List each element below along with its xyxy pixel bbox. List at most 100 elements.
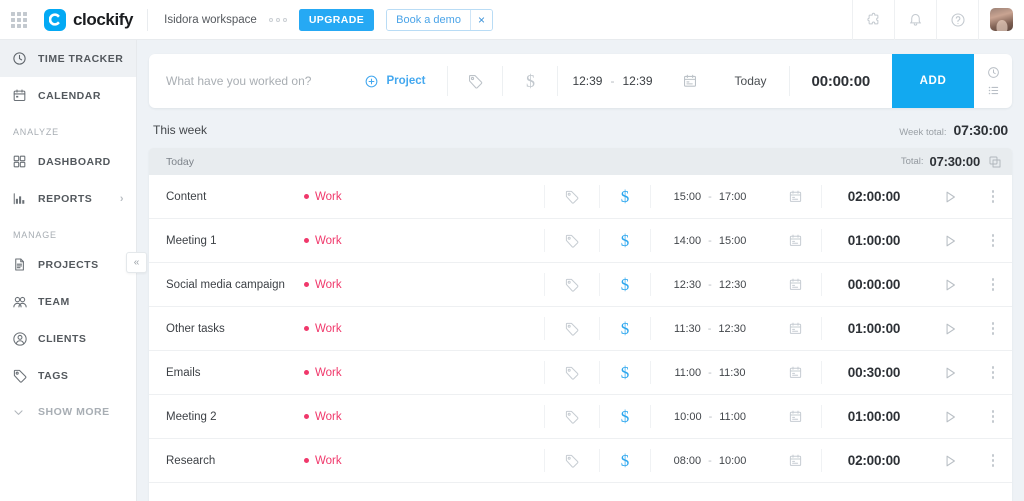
help-circle-icon[interactable] [936,0,978,40]
more-vertical-icon[interactable] [974,263,1012,306]
search-input[interactable] [166,74,355,88]
entry-duration[interactable]: 00:00:00 [822,263,926,306]
entry-project[interactable]: Work [304,175,544,218]
table-row[interactable]: Research Work $ 08:00 - 10:00 02:00:00 [149,439,1012,483]
bell-icon[interactable] [894,0,936,40]
dollar-icon[interactable]: $ [600,175,650,218]
tag-icon[interactable] [545,219,599,262]
more-vertical-icon[interactable] [974,395,1012,438]
sidebar-item-clients[interactable]: CLIENTS [0,320,136,357]
apps-grid-icon[interactable] [0,0,38,40]
table-row[interactable]: Meeting 1 Work $ 14:00 - 15:00 01:00:00 [149,219,1012,263]
timer-date-label[interactable]: Today [713,54,789,108]
dollar-icon[interactable]: $ [503,54,557,108]
entry-description[interactable]: Meeting 1 [149,219,304,262]
entry-description[interactable]: Other tasks [149,307,304,350]
close-icon[interactable]: × [469,9,492,30]
entry-duration[interactable]: 01:00:00 [822,395,926,438]
entry-time-range[interactable]: 12:30 - 12:30 [651,263,769,306]
entry-duration[interactable]: 01:00:00 [822,219,926,262]
calendar-icon[interactable] [667,54,713,108]
upgrade-button[interactable]: UPGRADE [298,8,375,31]
calendar-icon[interactable] [769,175,821,218]
play-icon[interactable] [926,263,974,306]
entry-project[interactable]: Work [304,263,544,306]
calendar-icon[interactable] [769,263,821,306]
entry-duration[interactable]: 00:30:00 [822,351,926,394]
more-vertical-icon[interactable] [974,439,1012,482]
tag-icon[interactable] [545,263,599,306]
calendar-icon[interactable] [769,395,821,438]
tag-icon[interactable] [545,351,599,394]
copy-icon[interactable] [988,155,1002,169]
entry-description[interactable]: Meeting 2 [149,395,304,438]
more-dots-icon[interactable] [267,17,299,22]
workspace-name[interactable]: Isidora workspace [148,14,267,26]
tag-icon[interactable] [545,439,599,482]
dollar-icon[interactable]: $ [600,307,650,350]
entry-duration[interactable]: 02:00:00 [822,439,926,482]
play-icon[interactable] [926,395,974,438]
tag-icon[interactable] [448,54,502,108]
sidebar-item-time-tracker[interactable]: TIME TRACKER [0,40,136,77]
entry-time-range[interactable]: 15:00 - 17:00 [651,175,769,218]
entry-description[interactable]: Content [149,175,304,218]
calendar-icon[interactable] [769,439,821,482]
tag-icon[interactable] [545,175,599,218]
play-icon[interactable] [926,307,974,350]
sidebar-show-more[interactable]: SHOW MORE [0,394,136,430]
play-icon[interactable] [926,175,974,218]
entry-time-range[interactable]: 14:00 - 15:00 [651,219,769,262]
table-row[interactable]: Social media campaign Work $ 12:30 - 12:… [149,263,1012,307]
entry-duration[interactable]: 02:00:00 [822,175,926,218]
entry-description[interactable]: Research [149,439,304,482]
entry-project[interactable]: Work [304,219,544,262]
sidebar-item-reports[interactable]: REPORTS › [0,180,136,217]
user-avatar[interactable] [978,0,1024,40]
sidebar-item-dashboard[interactable]: DASHBOARD [0,143,136,180]
calendar-icon[interactable] [769,351,821,394]
entry-project[interactable]: Work [304,439,544,482]
timer-time-range[interactable]: 12:39 - 12:39 [558,54,666,108]
more-vertical-icon[interactable] [974,219,1012,262]
entry-description[interactable]: Emails [149,351,304,394]
entry-time-range[interactable]: 11:00 - 11:30 [651,351,769,394]
book-demo-button[interactable]: Book a demo [387,9,470,30]
dollar-icon[interactable]: $ [600,395,650,438]
table-row[interactable]: Emails Work $ 11:00 - 11:30 00:30:00 [149,351,1012,395]
entry-time-range[interactable]: 08:00 - 10:00 [651,439,769,482]
entry-project[interactable]: Work [304,307,544,350]
play-icon[interactable] [926,219,974,262]
entry-project[interactable]: Work [304,395,544,438]
play-icon[interactable] [926,351,974,394]
puzzle-icon[interactable] [852,0,894,40]
sidebar-item-calendar[interactable]: CALENDAR [0,77,136,114]
entry-duration[interactable]: 01:00:00 [822,307,926,350]
sidebar-item-projects[interactable]: PROJECTS [0,246,136,283]
more-vertical-icon[interactable] [974,175,1012,218]
dollar-icon[interactable]: $ [600,351,650,394]
more-vertical-icon[interactable] [974,307,1012,350]
entry-time-range[interactable]: 10:00 - 11:00 [651,395,769,438]
add-button[interactable]: ADD [892,54,974,108]
timer-duration[interactable]: 00:00:00 [790,54,892,108]
sidebar-item-team[interactable]: TEAM [0,283,136,320]
entry-time-range[interactable]: 11:30 - 12:30 [651,307,769,350]
calendar-icon[interactable] [769,307,821,350]
sidebar-item-tags[interactable]: TAGS [0,357,136,394]
table-row[interactable]: Content Work $ 15:00 - 17:00 02:00:00 [149,175,1012,219]
tag-icon[interactable] [545,395,599,438]
table-row[interactable]: Other tasks Work $ 11:30 - 12:30 01:00:0… [149,307,1012,351]
entry-description[interactable]: Social media campaign [149,263,304,306]
more-vertical-icon[interactable] [974,351,1012,394]
calendar-icon[interactable] [769,219,821,262]
tag-icon[interactable] [545,307,599,350]
play-icon[interactable] [926,439,974,482]
timer-mode-toggle[interactable] [974,54,1012,108]
sidebar-collapse-button[interactable]: « [126,252,147,273]
dollar-icon[interactable]: $ [600,439,650,482]
entry-project[interactable]: Work [304,351,544,394]
dollar-icon[interactable]: $ [600,219,650,262]
timer-project-button[interactable]: Project [354,54,447,108]
table-row[interactable]: Meeting 2 Work $ 10:00 - 11:00 01:00:00 [149,395,1012,439]
